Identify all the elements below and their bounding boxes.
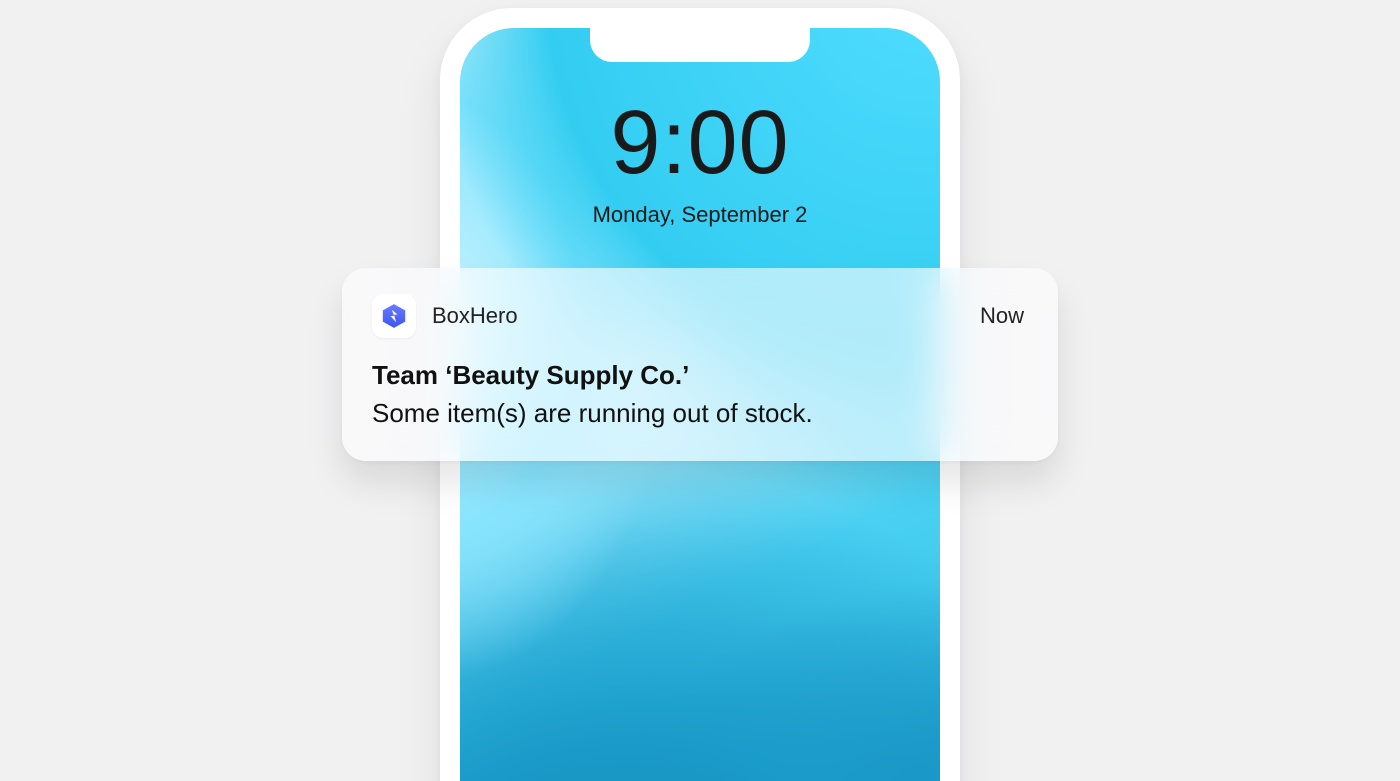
lockscreen-clock: 9:00 Monday, September 2	[460, 98, 940, 228]
boxhero-icon	[380, 302, 408, 330]
notification-body: Team ‘Beauty Supply Co.’ Some item(s) ar…	[372, 358, 1024, 431]
notification-timestamp: Now	[980, 303, 1024, 329]
notification-header: BoxHero Now	[372, 294, 1024, 338]
app-icon	[372, 294, 416, 338]
notification-card[interactable]: BoxHero Now Team ‘Beauty Supply Co.’ Som…	[342, 268, 1058, 461]
lockscreen-date: Monday, September 2	[460, 202, 940, 228]
phone-notch	[590, 28, 810, 62]
notification-message: Some item(s) are running out of stock.	[372, 395, 1024, 431]
lockscreen-time: 9:00	[460, 98, 940, 188]
notification-app-name: BoxHero	[432, 303, 518, 329]
notification-title: Team ‘Beauty Supply Co.’	[372, 358, 1024, 393]
